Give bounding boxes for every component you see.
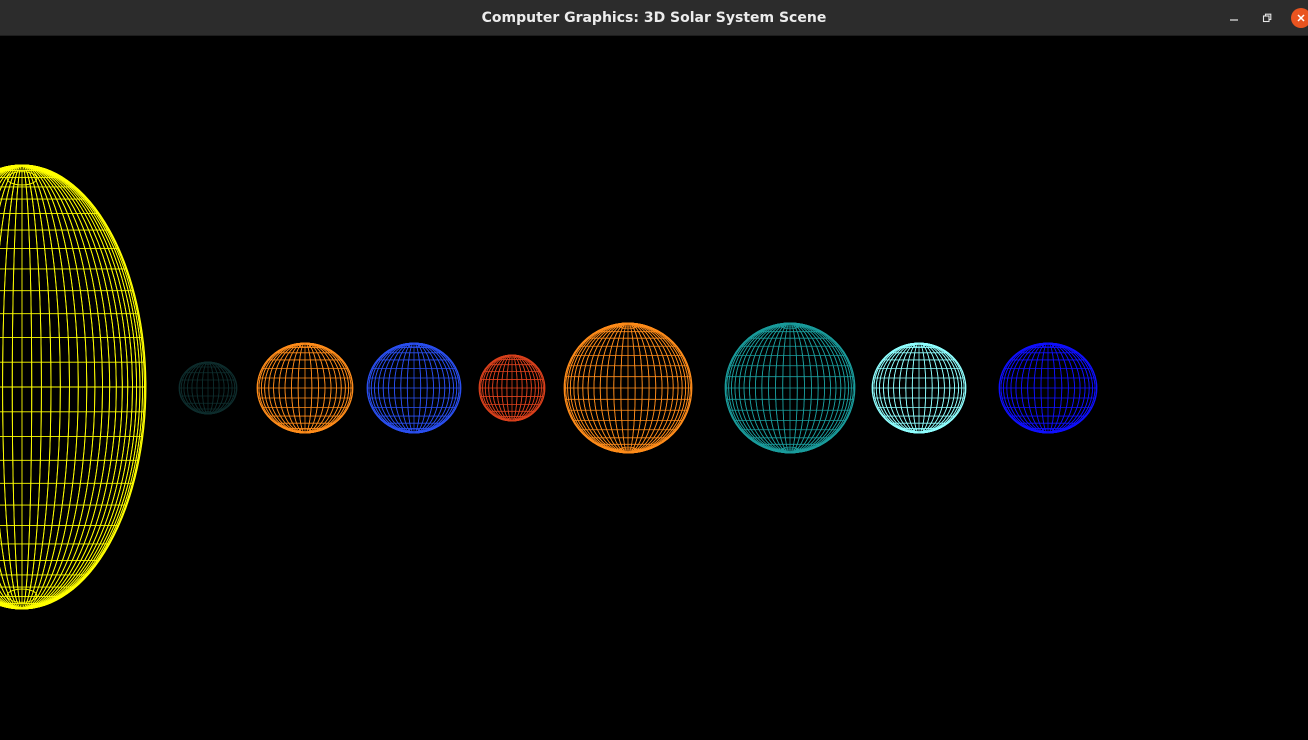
window-title: Computer Graphics: 3D Solar System Scene — [481, 10, 827, 26]
restore-icon — [1262, 13, 1272, 23]
title-bar[interactable]: Computer Graphics: 3D Solar System Scene — [0, 0, 1308, 36]
sun-wireframe — [0, 164, 147, 610]
planet-7-wireframe — [871, 342, 967, 434]
planet-5-wireframe — [563, 322, 693, 454]
planet-8-wireframe — [998, 342, 1098, 434]
planet-1-wireframe — [178, 361, 238, 415]
app-window: Computer Graphics: 3D Solar System Scene — [0, 0, 1308, 740]
render-viewport[interactable] — [0, 36, 1308, 740]
planet-3-wireframe — [366, 342, 462, 434]
planet-4-wireframe — [478, 354, 546, 422]
close-icon — [1297, 14, 1305, 22]
maximize-button[interactable] — [1257, 8, 1277, 28]
minimize-icon — [1230, 19, 1238, 21]
solar-system-scene — [0, 164, 1098, 610]
planet-2-wireframe — [256, 342, 354, 434]
planet-6-wireframe — [724, 322, 856, 454]
minimize-button[interactable] — [1224, 8, 1244, 28]
close-button[interactable] — [1291, 8, 1308, 28]
